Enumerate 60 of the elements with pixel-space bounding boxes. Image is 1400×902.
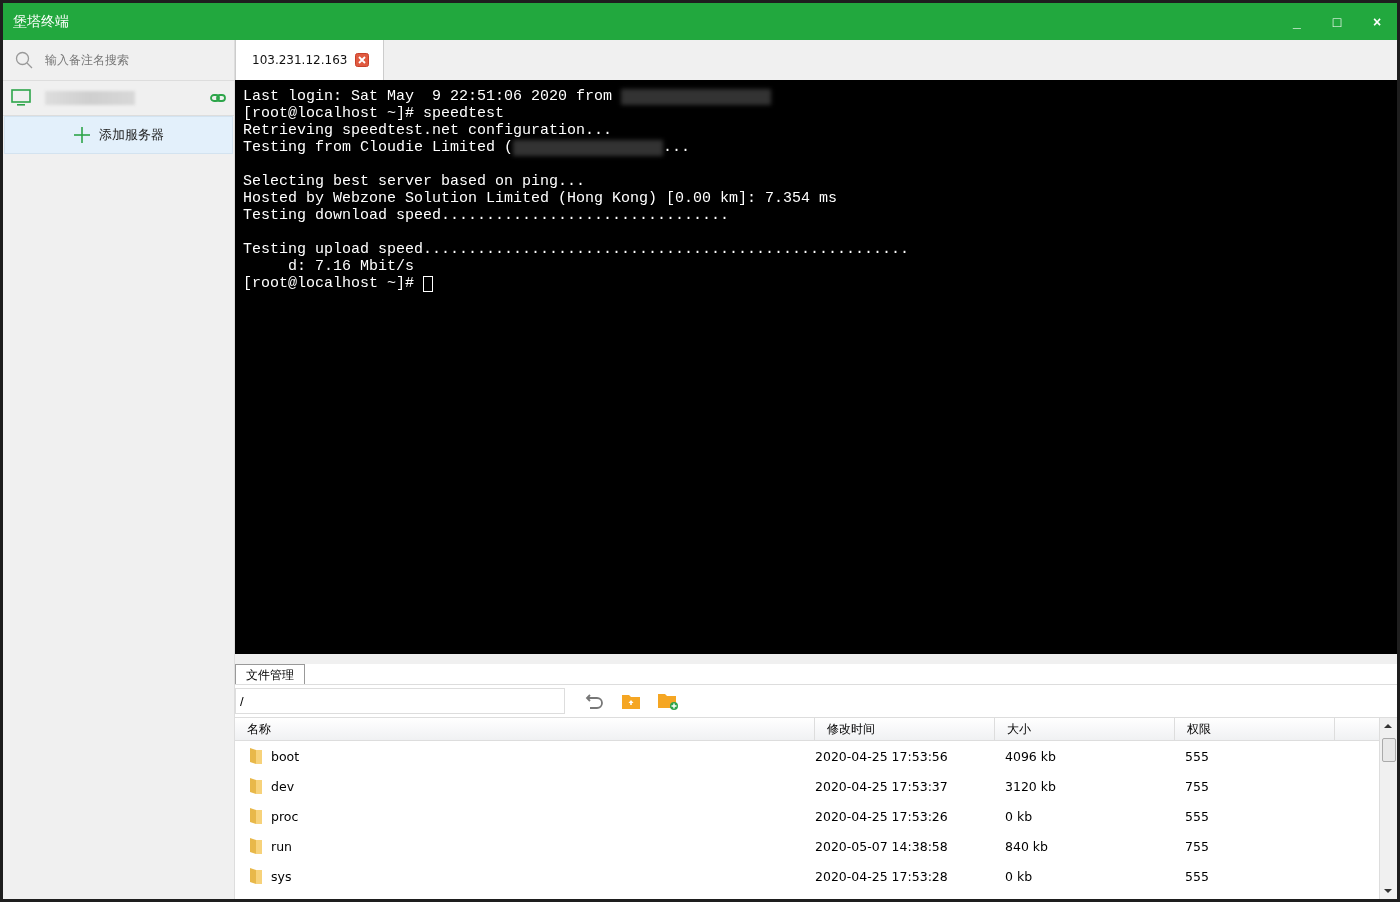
- session-tab[interactable]: 103.231.12.163: [235, 40, 385, 80]
- new-folder-icon[interactable]: [657, 691, 679, 711]
- table-cell-text: 2020-05-07 14:38:58: [815, 838, 949, 854]
- table-cell-text: 755: [1184, 778, 1210, 794]
- terminal-line: Selecting best server based on ping...: [243, 173, 586, 190]
- up-arrow-icon[interactable]: [1384, 723, 1392, 729]
- table-cell-text: 0 kb: [1004, 868, 1034, 884]
- link-icon: [210, 94, 226, 102]
- terminal-text: ...: [663, 139, 691, 156]
- plus-icon: [73, 126, 91, 144]
- file-name[interactable]: boot: [271, 748, 300, 764]
- monitor-icon: [11, 89, 31, 107]
- terminal-line: Testing download speed................................: [243, 207, 730, 224]
- search-icon: [15, 51, 33, 69]
- terminal-line: Last login: Sat May 9 22:51:06 2020 from: [243, 88, 614, 105]
- terminal-line: [root@localhost ~]#: [243, 275, 416, 292]
- table-cell-text: 755: [1184, 838, 1210, 854]
- table-cell-text: 4096 kb: [1004, 748, 1057, 764]
- file-name[interactable]: proc: [271, 808, 299, 824]
- down-arrow-icon[interactable]: [1384, 888, 1392, 894]
- folder-icon: [249, 837, 263, 855]
- folder-icon: [249, 747, 263, 765]
- folder-icon: [249, 867, 263, 885]
- terminal-line: [root@localhost ~]# speedtest: [243, 105, 505, 122]
- table-cell-text: 2020-04-25 17:53:28: [815, 868, 949, 884]
- close-icon[interactable]: [355, 53, 370, 67]
- folder-icon: [249, 807, 263, 825]
- terminal-line: Testing upload speed......................................................: [243, 241, 910, 258]
- table-cell-text: 2020-04-25 17:53:56: [815, 748, 949, 764]
- upload-folder-icon[interactable]: [621, 692, 641, 710]
- column-header[interactable]: 修改时间: [815, 718, 995, 740]
- table-cell-text: 840 kb: [1004, 838, 1049, 854]
- add-server-button[interactable]: 添加服务器: [4, 116, 233, 154]
- file-name[interactable]: run: [271, 838, 292, 854]
- path-field[interactable]: /: [235, 688, 565, 714]
- back-icon[interactable]: [585, 692, 605, 710]
- table-cell-text: 555: [1184, 748, 1210, 764]
- column-header[interactable]: 名称: [235, 718, 815, 740]
- window-title: 堡塔终端: [13, 12, 69, 31]
- column-header[interactable]: 大小: [995, 718, 1175, 740]
- cursor: [423, 275, 434, 292]
- terminal[interactable]: [235, 80, 1397, 654]
- table-cell-text: 2020-04-25 17:53:37: [815, 778, 949, 794]
- scrollbar-thumb[interactable]: [1382, 738, 1396, 762]
- table-cell-text: 555: [1184, 868, 1210, 884]
- scrollbar[interactable]: [1379, 718, 1397, 899]
- folder-icon: [249, 777, 263, 795]
- file-name[interactable]: sys: [271, 868, 292, 884]
- terminal-line: Hosted by Webzone Solution Limited (Hong Kong) [0.00 km]: 7.354 ms: [243, 190, 838, 207]
- terminal-line: Retrieving speedtest.net configuration...: [243, 122, 613, 139]
- terminal-line: d: 7.16 Mbit/s: [287, 258, 415, 275]
- file-manager-tab[interactable]: 文件管理: [235, 664, 305, 684]
- table-cell-text: 3120 kb: [1004, 778, 1057, 794]
- search-field[interactable]: 输入备注名搜索: [43, 52, 217, 68]
- column-header[interactable]: 权限: [1175, 718, 1335, 740]
- table-cell-text: 0 kb: [1004, 808, 1034, 824]
- terminal-line: Testing from Cloudie Limited (: [243, 139, 514, 156]
- table-cell-text: 2020-04-25 17:53:26: [815, 808, 949, 824]
- file-name[interactable]: dev: [271, 778, 295, 794]
- table-cell-text: 555: [1184, 808, 1210, 824]
